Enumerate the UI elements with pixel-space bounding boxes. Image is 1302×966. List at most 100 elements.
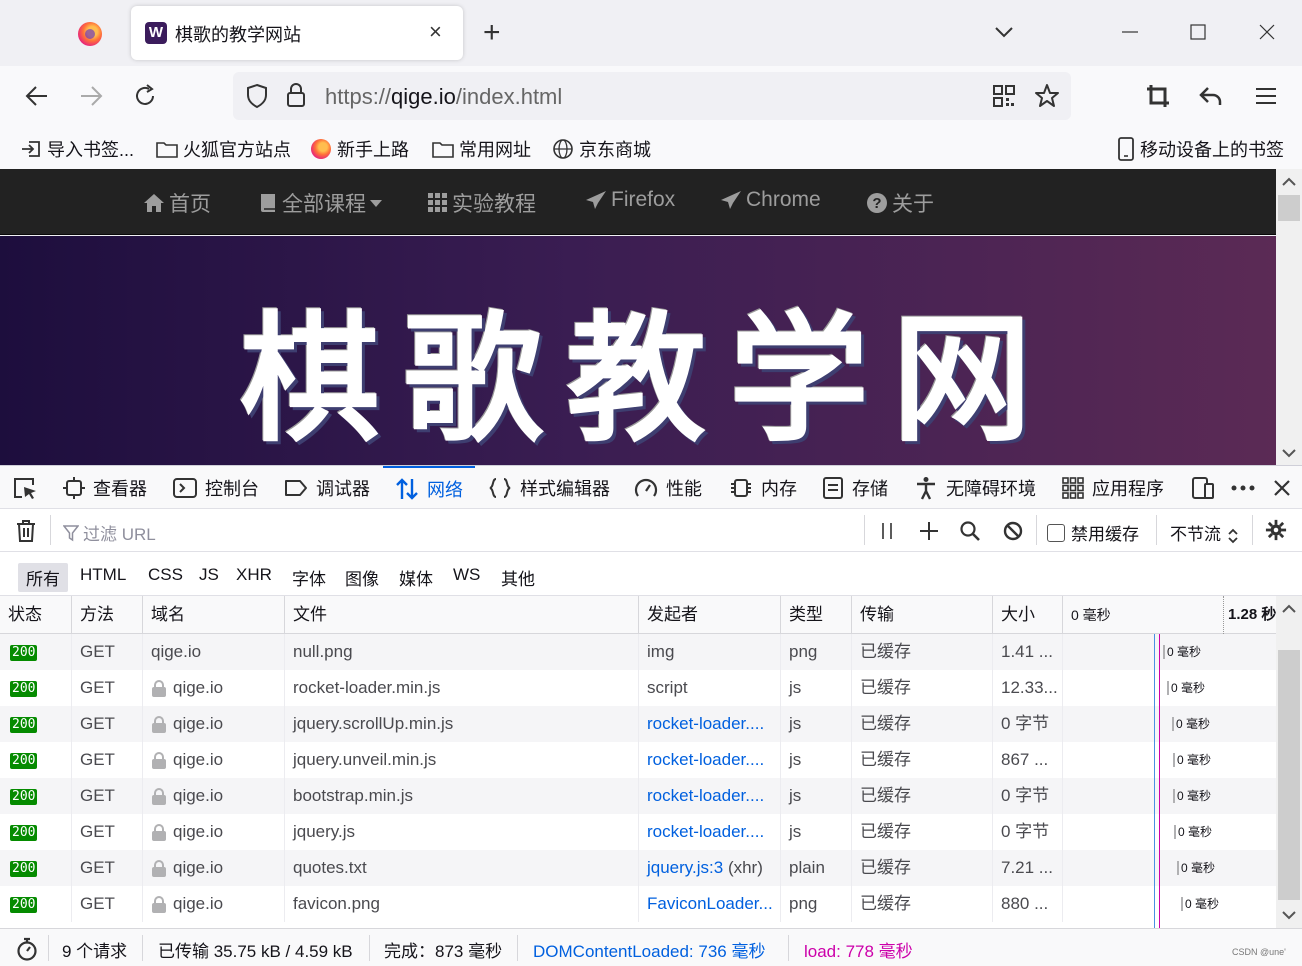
url-bar[interactable]: https://qige.io/index.html bbox=[233, 72, 1071, 120]
table-row[interactable]: 200 GET qige.io rocket-loader.min.js script j… bbox=[0, 670, 1276, 706]
plus-icon[interactable] bbox=[918, 520, 940, 542]
pause-icon[interactable] bbox=[878, 520, 896, 542]
forward-arrow-icon[interactable] bbox=[77, 82, 105, 110]
lock-icon[interactable] bbox=[285, 82, 307, 108]
bookmark-folder-firefox[interactable]: 火狐官方站点 bbox=[156, 136, 291, 162]
scroll-up-arrow-icon[interactable] bbox=[1282, 177, 1296, 187]
tab-console[interactable]: 控制台 bbox=[173, 466, 259, 509]
page-scrollbar[interactable] bbox=[1276, 169, 1302, 465]
tab-memory[interactable]: 内存 bbox=[729, 466, 797, 509]
bookmark-jd[interactable]: 京东商城 bbox=[552, 136, 651, 162]
type-filter-xhr[interactable]: XHR bbox=[228, 563, 280, 587]
site-nav-courses[interactable]: 全部课程 bbox=[258, 188, 387, 218]
cell-initiator[interactable]: rocket-loader.... bbox=[639, 778, 781, 814]
tab-network[interactable]: 网络 bbox=[383, 466, 475, 509]
tab-accessibility[interactable]: 无障碍环境 bbox=[914, 466, 1036, 509]
site-nav-firefox[interactable]: Firefox bbox=[585, 188, 675, 212]
column-header-size[interactable]: 大小 bbox=[993, 596, 1063, 634]
site-nav-home[interactable]: 首页 bbox=[143, 188, 211, 218]
disable-cache-checkbox[interactable]: 禁用缓存 bbox=[1047, 520, 1139, 545]
type-filter-css[interactable]: CSS bbox=[140, 563, 191, 587]
cell-file-text: bootstrap.min.js bbox=[293, 786, 413, 805]
column-header-file[interactable]: 文件 bbox=[285, 596, 639, 634]
cell-initiator[interactable]: rocket-loader.... bbox=[639, 742, 781, 778]
new-tab-button[interactable]: + bbox=[483, 17, 501, 49]
site-nav-about[interactable]: ? 关于 bbox=[866, 188, 934, 218]
qr-code-icon[interactable] bbox=[993, 85, 1015, 107]
scroll-down-arrow-icon[interactable] bbox=[1282, 910, 1296, 920]
search-icon[interactable] bbox=[959, 520, 981, 542]
cell-initiator[interactable]: FaviconLoader... bbox=[639, 886, 781, 922]
requests-scroll-thumb[interactable] bbox=[1278, 650, 1300, 900]
type-filter-media[interactable]: 媒体 bbox=[391, 563, 441, 592]
url-text[interactable]: https://qige.io/index.html bbox=[325, 84, 562, 110]
table-row[interactable]: 200 GET qige.io jquery.scrollUp.min.js rocke… bbox=[0, 706, 1276, 742]
type-filter-fonts[interactable]: 字体 bbox=[284, 563, 334, 592]
type-filter-ws[interactable]: WS bbox=[445, 563, 488, 587]
more-options-icon[interactable] bbox=[1230, 481, 1256, 495]
type-filter-html[interactable]: HTML bbox=[72, 563, 134, 587]
scroll-up-arrow-icon[interactable] bbox=[1282, 604, 1296, 614]
bookmark-getting-started[interactable]: 新手上路 bbox=[311, 136, 409, 162]
table-row[interactable]: 200 GET qige.io null.png img png 已缓存 1.41 ... 0 … bbox=[0, 634, 1276, 670]
tab-style-editor[interactable]: 样式编辑器 bbox=[488, 466, 610, 509]
site-nav-chrome[interactable]: Chrome bbox=[720, 188, 821, 212]
page-scroll-thumb[interactable] bbox=[1278, 195, 1300, 221]
block-icon[interactable] bbox=[1002, 520, 1024, 542]
type-filter-all[interactable]: 所有 bbox=[18, 563, 68, 592]
minimize-icon[interactable] bbox=[1118, 20, 1142, 44]
tab-application[interactable]: 应用程序 bbox=[1062, 466, 1164, 509]
close-window-icon[interactable] bbox=[1255, 20, 1279, 44]
column-header-waterfall[interactable]: 0 毫秒 1.28 秒 bbox=[1063, 596, 1276, 634]
type-filter-other[interactable]: 其他 bbox=[493, 563, 543, 592]
cell-method: GET bbox=[72, 634, 143, 670]
stopwatch-icon[interactable] bbox=[16, 937, 38, 961]
browser-tab-active[interactable]: W 棋歌的教学网站 × bbox=[131, 6, 463, 60]
element-picker-icon[interactable] bbox=[12, 476, 38, 500]
undo-share-icon[interactable] bbox=[1197, 82, 1225, 110]
screenshot-crop-icon[interactable] bbox=[1144, 82, 1172, 110]
table-row[interactable]: 200 GET qige.io jquery.unveil.min.js rocket-… bbox=[0, 742, 1276, 778]
tab-debugger[interactable]: 调试器 bbox=[284, 466, 370, 509]
requests-scrollbar[interactable] bbox=[1276, 596, 1302, 928]
scroll-down-arrow-icon[interactable] bbox=[1282, 448, 1296, 458]
shield-icon[interactable] bbox=[245, 83, 269, 109]
table-row[interactable]: 200 GET qige.io favicon.png FaviconLoader...… bbox=[0, 886, 1276, 922]
table-row[interactable]: 200 GET qige.io bootstrap.min.js rocket-load… bbox=[0, 778, 1276, 814]
site-nav-labs[interactable]: 实验教程 bbox=[428, 188, 536, 218]
tab-inspector[interactable]: 查看器 bbox=[63, 466, 147, 509]
column-header-domain[interactable]: 域名 bbox=[143, 596, 285, 634]
type-filter-images[interactable]: 图像 bbox=[337, 563, 387, 592]
type-filter-js[interactable]: JS bbox=[191, 563, 227, 587]
hamburger-menu-icon[interactable] bbox=[1252, 82, 1280, 110]
reload-icon[interactable] bbox=[131, 82, 159, 110]
bookmark-mobile[interactable]: 移动设备上的书签 bbox=[1117, 136, 1284, 162]
trash-icon[interactable] bbox=[15, 519, 37, 543]
chevron-down-icon[interactable] bbox=[992, 20, 1016, 44]
bookmark-folder-common[interactable]: 常用网址 bbox=[432, 136, 531, 162]
cell-initiator[interactable]: jquery.js:3 (xhr) bbox=[639, 850, 781, 886]
star-bookmark-icon[interactable] bbox=[1034, 83, 1060, 109]
column-header-type[interactable]: 类型 bbox=[781, 596, 852, 634]
cell-initiator[interactable]: rocket-loader.... bbox=[639, 814, 781, 850]
table-row[interactable]: 200 GET qige.io quotes.txt jquery.js:3 (xhr)… bbox=[0, 850, 1276, 886]
close-devtools-icon[interactable] bbox=[1272, 478, 1292, 498]
responsive-design-icon[interactable] bbox=[1191, 476, 1215, 500]
filter-url-input[interactable]: 过滤 URL bbox=[63, 520, 156, 545]
back-arrow-icon[interactable] bbox=[23, 82, 51, 110]
firefox-view-icon[interactable] bbox=[78, 22, 102, 46]
tab-storage[interactable]: 存储 bbox=[822, 466, 888, 509]
column-header-method[interactable]: 方法 bbox=[72, 596, 143, 634]
table-row[interactable]: 200 GET qige.io jquery.js rocket-loader.... j… bbox=[0, 814, 1276, 850]
checkbox-box[interactable] bbox=[1047, 523, 1065, 542]
column-header-status[interactable]: 状态 bbox=[0, 596, 72, 634]
bookmark-import[interactable]: 导入书签... bbox=[20, 136, 134, 162]
maximize-icon[interactable] bbox=[1186, 20, 1210, 44]
column-header-transferred[interactable]: 传输 bbox=[852, 596, 993, 634]
gear-icon[interactable] bbox=[1264, 519, 1288, 541]
throttling-select[interactable]: 不节流 bbox=[1170, 520, 1238, 545]
column-header-initiator[interactable]: 发起者 bbox=[639, 596, 781, 634]
tab-close-icon[interactable]: × bbox=[429, 20, 442, 44]
cell-initiator[interactable]: rocket-loader.... bbox=[639, 706, 781, 742]
tab-performance[interactable]: 性能 bbox=[634, 466, 702, 509]
